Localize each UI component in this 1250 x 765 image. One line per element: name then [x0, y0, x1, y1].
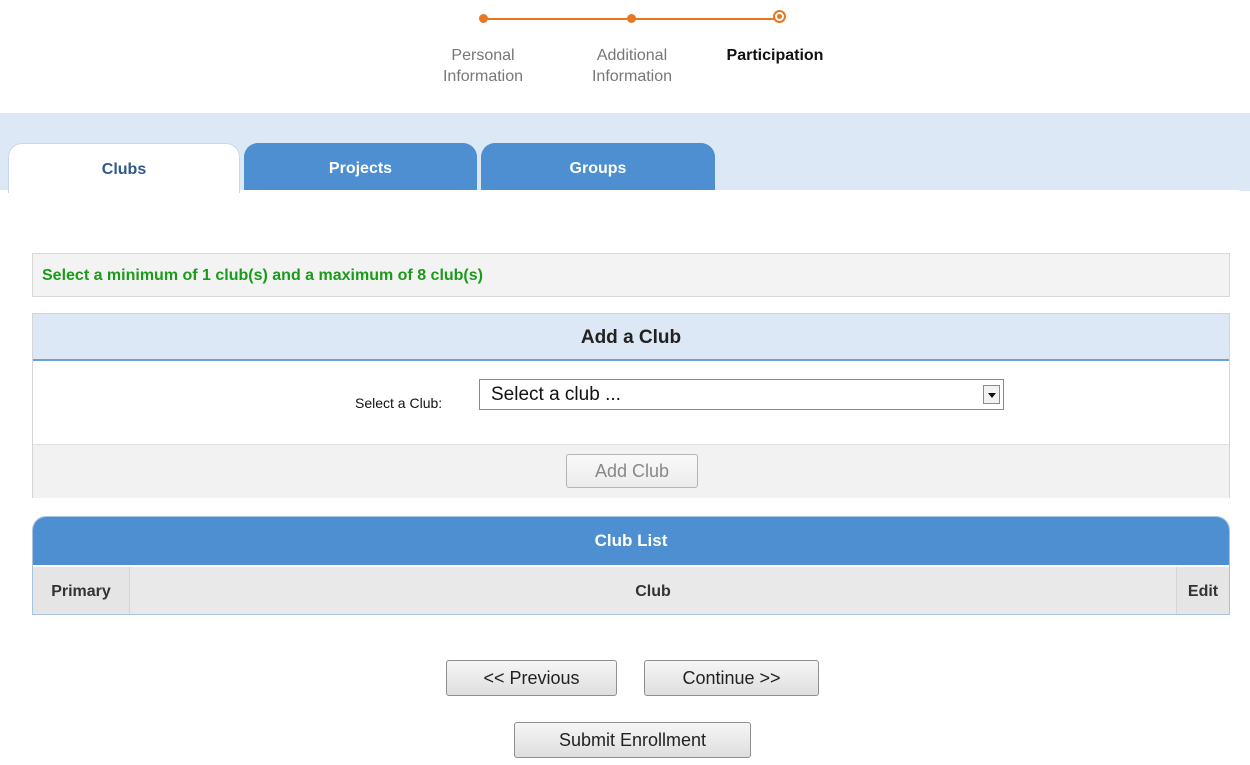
- tab-projects[interactable]: Projects: [244, 143, 477, 190]
- add-club-title: Add a Club: [33, 314, 1229, 361]
- step-label-personal-information: Personal Information: [442, 47, 524, 85]
- select-club-label: Select a Club:: [355, 395, 443, 411]
- tab-groups[interactable]: Groups: [481, 143, 715, 190]
- select-club-row: Select a Club: Select a club ...: [33, 361, 1229, 444]
- club-select-value: Select a club ...: [491, 384, 621, 405]
- club-list-title: Club List: [33, 517, 1229, 565]
- add-club-panel: Add a Club Select a Club: Select a club …: [32, 313, 1230, 498]
- add-club-footer: Add Club: [33, 444, 1229, 498]
- club-list-table: Club List Primary Club Edit: [32, 516, 1230, 615]
- step-3-current-icon: [773, 10, 786, 23]
- chevron-down-icon[interactable]: [983, 385, 1000, 404]
- continue-button[interactable]: Continue >>: [644, 660, 819, 696]
- step-label-participation: Participation: [726, 47, 824, 64]
- stepper-line-1: [483, 18, 631, 20]
- step-label-additional-information: Additional Information: [591, 47, 673, 85]
- submit-enrollment-button[interactable]: Submit Enrollment: [514, 722, 751, 758]
- add-club-button[interactable]: Add Club: [566, 454, 698, 488]
- step-2-complete-icon: [627, 14, 636, 23]
- column-header-primary: Primary: [33, 567, 130, 614]
- club-list-header-row: Primary Club Edit: [33, 565, 1229, 614]
- tab-clubs[interactable]: Clubs: [8, 143, 240, 193]
- progress-stepper: Personal Information Additional Informat…: [0, 0, 1250, 100]
- stepper-line-2: [631, 18, 779, 20]
- column-header-club: Club: [130, 567, 1176, 614]
- club-select-dropdown[interactable]: Select a club ...: [479, 379, 1004, 410]
- column-header-edit: Edit: [1176, 567, 1229, 614]
- club-limit-message: Select a minimum of 1 club(s) and a maxi…: [32, 253, 1230, 297]
- previous-button[interactable]: << Previous: [446, 660, 617, 696]
- step-1-complete-icon: [479, 14, 488, 23]
